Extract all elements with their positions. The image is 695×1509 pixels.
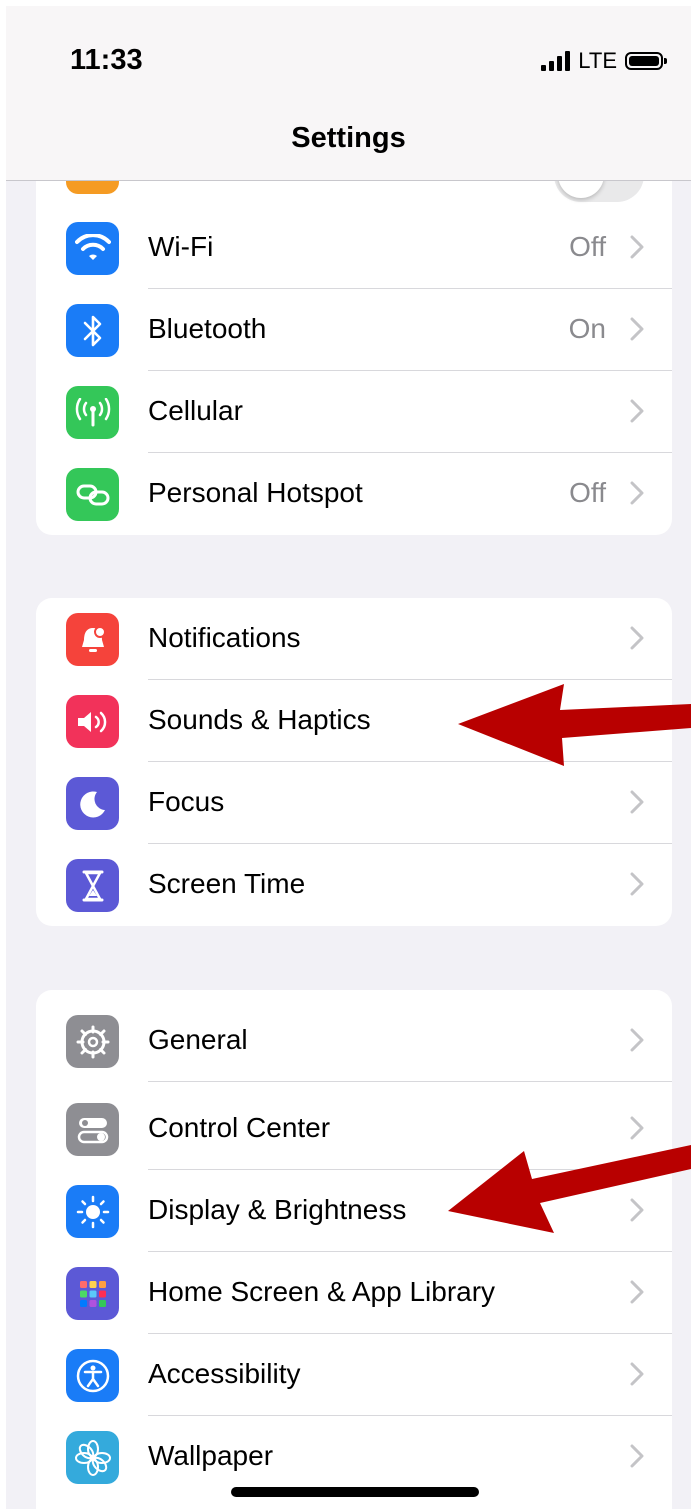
annotation-arrow-display xyxy=(448,1145,691,1233)
chevron-right-icon xyxy=(630,1362,644,1386)
settings-row-wifi[interactable]: Wi-Fi Off xyxy=(36,207,672,289)
settings-screen: 11:33 LTE Settings Wi-Fi Off Bluetooth O… xyxy=(6,6,691,1509)
focus-label: Focus xyxy=(148,786,225,817)
display-brightness-label: Display & Brightness xyxy=(148,1194,407,1225)
settings-row-home-screen[interactable]: Home Screen & App Library xyxy=(36,1252,672,1334)
bluetooth-label: Bluetooth xyxy=(148,313,267,344)
bluetooth-value: On xyxy=(568,313,606,344)
hotspot-link-icon xyxy=(66,468,119,521)
settings-row-personal-hotspot[interactable]: Personal Hotspot Off xyxy=(36,453,672,535)
hourglass-icon xyxy=(66,859,119,912)
cellular-antenna-icon xyxy=(66,386,119,439)
chevron-right-icon xyxy=(630,1444,644,1468)
hotspot-value: Off xyxy=(569,477,606,508)
home-screen-label: Home Screen & App Library xyxy=(148,1276,496,1307)
toggles-icon xyxy=(66,1103,119,1156)
settings-row-wallpaper[interactable]: Wallpaper xyxy=(36,1416,672,1498)
settings-row-focus[interactable]: Focus xyxy=(36,762,672,844)
network-type: LTE xyxy=(578,48,617,73)
wifi-icon xyxy=(66,222,119,275)
chevron-right-icon xyxy=(630,1280,644,1304)
status-time: 11:33 xyxy=(70,44,143,76)
cellular-label: Cellular xyxy=(148,395,243,426)
accessibility-person-icon xyxy=(66,1349,119,1402)
general-label: General xyxy=(148,1024,248,1055)
chevron-right-icon xyxy=(630,1116,644,1140)
settings-row-screen-time[interactable]: Screen Time xyxy=(36,844,672,926)
sun-icon xyxy=(66,1185,119,1238)
signal-strength-icon xyxy=(541,51,571,71)
settings-row-accessibility[interactable]: Accessibility xyxy=(36,1334,672,1416)
sounds-label: Sounds & Haptics xyxy=(148,704,371,735)
control-center-label: Control Center xyxy=(148,1112,331,1143)
accessibility-label: Accessibility xyxy=(148,1358,301,1389)
notifications-label: Notifications xyxy=(148,622,301,653)
chevron-right-icon xyxy=(630,872,644,896)
settings-row-notifications[interactable]: Notifications xyxy=(36,598,672,680)
wifi-value: Off xyxy=(569,231,606,262)
chevron-right-icon xyxy=(630,790,644,814)
chevron-right-icon xyxy=(630,317,644,341)
gear-icon xyxy=(66,1015,119,1068)
wallpaper-label: Wallpaper xyxy=(148,1440,274,1471)
speaker-icon xyxy=(66,695,119,748)
battery-icon xyxy=(625,52,667,70)
settings-row-general[interactable]: General xyxy=(36,1000,672,1082)
screen-time-label: Screen Time xyxy=(148,868,306,899)
connectivity-group: Wi-Fi Off Bluetooth On Cellular Personal… xyxy=(36,207,672,535)
annotation-arrow-sounds xyxy=(458,684,691,766)
general-group: General Control Center Display & Brightn… xyxy=(36,990,672,1509)
chevron-right-icon xyxy=(630,626,644,650)
navigation-header: 11:33 LTE Settings xyxy=(6,6,691,181)
chevron-right-icon xyxy=(630,481,644,505)
status-indicators: LTE xyxy=(541,48,667,74)
flower-icon xyxy=(66,1431,119,1484)
home-indicator xyxy=(231,1487,479,1497)
chevron-right-icon xyxy=(630,1028,644,1052)
wifi-label: Wi-Fi xyxy=(148,231,214,262)
hotspot-label: Personal Hotspot xyxy=(148,477,363,508)
settings-row-bluetooth[interactable]: Bluetooth On xyxy=(36,289,672,371)
settings-row-cellular[interactable]: Cellular xyxy=(36,371,672,453)
chevron-right-icon xyxy=(630,235,644,259)
bluetooth-icon xyxy=(66,304,119,357)
app-grid-icon xyxy=(66,1267,119,1320)
chevron-right-icon xyxy=(630,399,644,423)
bell-icon xyxy=(66,613,119,666)
moon-icon xyxy=(66,777,119,830)
page-title: Settings xyxy=(291,122,406,154)
